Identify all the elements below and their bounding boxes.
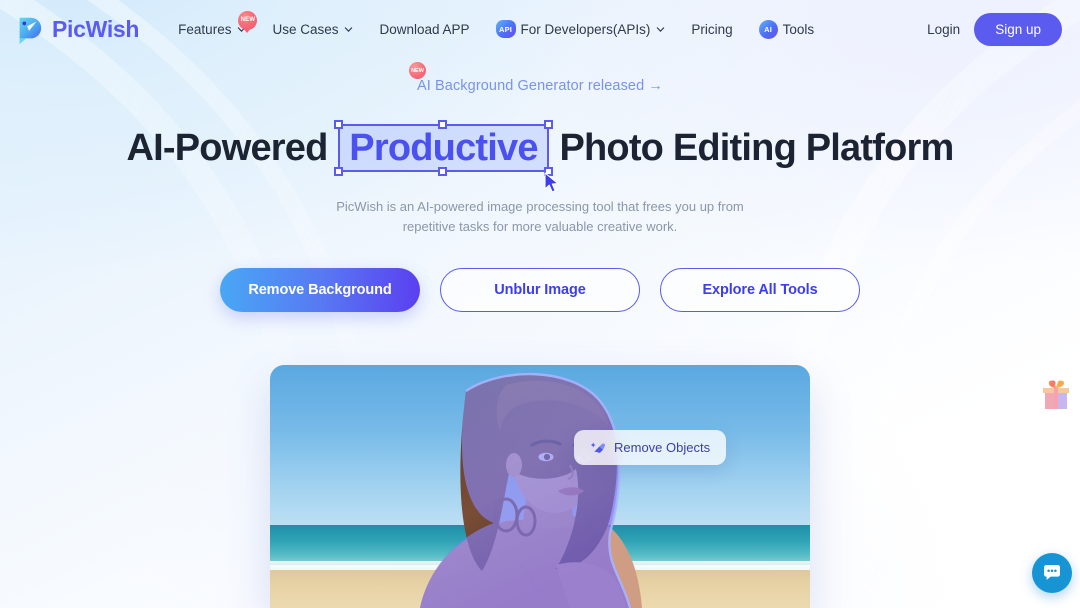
announcement-banner: NEW AI Background Generator released → xyxy=(0,62,1080,94)
brand-logo[interactable]: PicWish xyxy=(14,14,139,44)
resize-handle-bottom-center[interactable] xyxy=(438,167,448,176)
login-link[interactable]: Login xyxy=(927,22,960,37)
eraser-icon xyxy=(590,442,606,453)
chat-bubble-icon xyxy=(1044,565,1060,580)
resize-handle-bottom-left[interactable] xyxy=(334,167,344,176)
headline-prefix: AI-Powered xyxy=(126,127,338,169)
signup-button[interactable]: Sign up xyxy=(974,12,1062,46)
resize-handle-top-center[interactable] xyxy=(438,120,448,129)
new-badge: NEW xyxy=(238,10,258,33)
showcase-image-card[interactable] xyxy=(270,365,810,608)
new-badge: NEW xyxy=(408,62,426,79)
unblur-image-button[interactable]: Unblur Image xyxy=(440,268,640,312)
chat-widget-button[interactable] xyxy=(1032,553,1072,593)
remove-background-button[interactable]: Remove Background xyxy=(220,268,420,312)
ai-icon: AI xyxy=(758,19,778,39)
nav-item-label: For Developers(APIs) xyxy=(520,21,651,37)
hero-cta-group: Remove Background Unblur Image Explore A… xyxy=(0,268,1080,312)
picwish-bird-logo-icon xyxy=(19,17,42,44)
subtitle-line-1: PicWish is an AI-powered image processin… xyxy=(336,199,744,214)
explore-all-tools-button[interactable]: Explore All Tools xyxy=(660,268,860,312)
nav-item-label: Download APP xyxy=(379,21,470,37)
nav-actions: Login Sign up xyxy=(927,12,1062,46)
top-navigation-bar: PicWish Features NEW Use Cases Download … xyxy=(0,0,1080,58)
nav-item-download-app[interactable]: Download APP xyxy=(366,16,482,43)
remove-objects-label: Remove Objects xyxy=(614,440,711,455)
gift-box-glyph xyxy=(1043,380,1069,409)
nav-item-label: Pricing xyxy=(691,21,733,37)
nav-item-for-developers[interactable]: API For Developers(APIs) xyxy=(483,14,679,44)
subtitle-line-2: repetitive tasks for more valuable creat… xyxy=(402,219,678,234)
subject-cutout-overlay xyxy=(420,372,642,608)
nav-item-label: Use Cases xyxy=(272,21,339,37)
nav-links: Features NEW Use Cases Download APP API … xyxy=(165,10,828,45)
resize-handle-top-right[interactable] xyxy=(543,120,553,129)
nav-item-pricing[interactable]: Pricing xyxy=(678,16,745,43)
nav-item-label: Features xyxy=(178,21,232,37)
api-icon: API xyxy=(495,20,516,38)
hero-headline: AI-Powered Productive Photo Editing Plat… xyxy=(0,120,1080,193)
nav-item-features[interactable]: Features NEW xyxy=(165,10,259,43)
resize-handle-top-left[interactable] xyxy=(334,120,344,129)
nav-item-tools[interactable]: AI Tools xyxy=(746,14,828,45)
selected-word-box[interactable]: Productive xyxy=(334,120,559,193)
hero-subtitle: PicWish is an AI-powered image processin… xyxy=(0,197,1080,237)
remove-objects-pill[interactable]: Remove Objects xyxy=(574,430,727,465)
announcement-link[interactable]: AI Background Generator released → xyxy=(417,78,663,94)
nav-item-label: Tools xyxy=(782,21,815,37)
headline-suffix: Photo Editing Platform xyxy=(549,127,954,169)
beach-portrait-photo xyxy=(270,365,810,608)
mouse-cursor-icon xyxy=(544,172,559,193)
brand-name: PicWish xyxy=(52,15,140,42)
page-title: AI-Powered Productive Photo Editing Plat… xyxy=(126,120,954,193)
announcement-inner: NEW AI Background Generator released → xyxy=(408,62,663,94)
nav-item-use-cases[interactable]: Use Cases xyxy=(259,16,366,43)
chevron-down-icon xyxy=(657,26,665,32)
headline-selected-word: Productive xyxy=(349,127,538,169)
gift-box-icon[interactable] xyxy=(1040,378,1072,412)
chevron-down-icon xyxy=(345,26,353,32)
